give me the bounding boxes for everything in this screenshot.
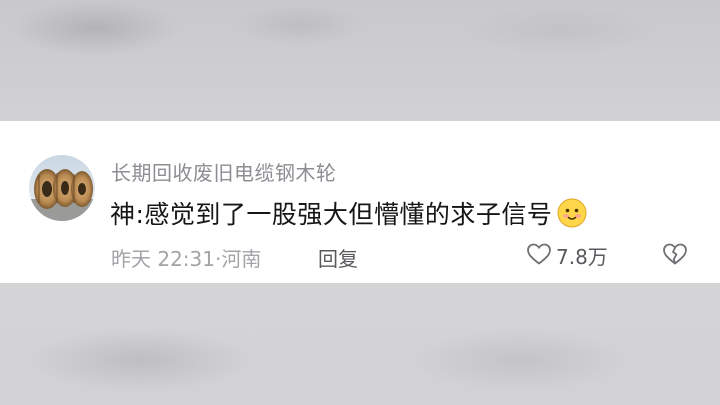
comment-card: 长期回收废旧电缆钢木轮 神:感觉到了一股强大但懵懂的求子信号 昨天 22:31·… [0, 121, 720, 283]
heart-outline-icon [526, 242, 552, 270]
broken-heart-icon[interactable] [662, 242, 688, 266]
comment-username[interactable]: 长期回收废旧电缆钢木轮 [111, 157, 337, 186]
avatar[interactable] [29, 155, 95, 221]
comment-meta: 昨天 22:31·河南 [111, 243, 261, 272]
like-count: 7.8万 [556, 245, 608, 269]
comment-text: 神:感觉到了一股强大但懵懂的求子信号 [110, 200, 553, 229]
comment-time: 昨天 22:31 [111, 247, 215, 271]
cable-reel-avatar-image [29, 155, 95, 221]
reply-button[interactable]: 回复 [318, 243, 358, 272]
comment-location: 河南 [221, 247, 262, 271]
smiling-face-emoji-icon [556, 197, 588, 229]
comment-text-row: 神:感觉到了一股强大但懵懂的求子信号 [110, 195, 588, 231]
like-button[interactable]: 7.8万 [526, 241, 608, 270]
